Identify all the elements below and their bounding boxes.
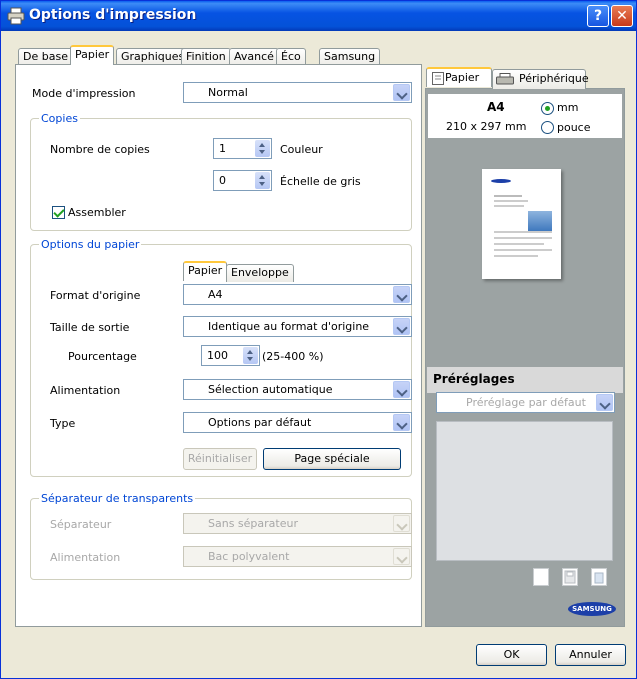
preview-text-line (494, 200, 528, 202)
source-select[interactable]: Sélection automatique (183, 379, 412, 400)
document-icon (432, 72, 444, 85)
grayscale-label: Échelle de gris (280, 175, 361, 188)
chevron-down-icon[interactable] (596, 394, 613, 411)
window-title: Options d'impression (29, 7, 197, 23)
transparency-group-title: Séparateur de transparents (39, 492, 196, 505)
spinner-arrows-icon[interactable] (255, 140, 270, 157)
title-bar[interactable]: Options d'impression ? ✕ (1, 1, 636, 31)
chevron-down-icon[interactable] (393, 84, 410, 101)
special-page-button[interactable]: Page spéciale (263, 448, 401, 470)
type-value: Options par défaut (208, 416, 312, 429)
preview-image (528, 211, 552, 231)
collate-checkbox[interactable] (52, 206, 65, 219)
preview-logo (491, 179, 511, 183)
save-icon (564, 570, 576, 584)
separator-value: Sans séparateur (208, 517, 298, 530)
separator-select[interactable]: Sans séparateur (183, 513, 412, 534)
help-button[interactable]: ? (587, 5, 609, 27)
paper-dimensions: 210 x 297 mm (446, 120, 527, 133)
original-size-value: A4 (208, 288, 223, 301)
unit-inch-label: pouce (557, 121, 591, 134)
transparency-source-value: Bac polyvalent (208, 550, 290, 563)
spinner-arrows-icon[interactable] (243, 347, 258, 364)
preview-text-line (494, 249, 552, 251)
transparency-group (30, 498, 412, 580)
trash-icon (594, 572, 604, 584)
chevron-down-icon[interactable] (393, 286, 410, 303)
type-label: Type (50, 417, 76, 430)
original-size-label: Format d'origine (50, 289, 141, 302)
chevron-down-icon[interactable] (393, 414, 410, 431)
unit-inch-radio[interactable] (541, 121, 554, 134)
chevron-down-icon[interactable] (393, 515, 410, 532)
paper-name: A4 (487, 100, 505, 114)
copies-group-title: Copies (39, 112, 80, 125)
preview-tab-device-label: Périphérique (519, 72, 589, 85)
gray-copies-value: 0 (219, 174, 226, 187)
printer-icon (7, 7, 25, 25)
preview-text-line (494, 231, 552, 233)
preview-tab-paper-label: Papier (445, 71, 480, 84)
page-preview (482, 169, 561, 279)
spinner-arrows-icon[interactable] (255, 172, 270, 189)
new-preset-icon[interactable] (533, 568, 549, 586)
preset-list[interactable] (436, 421, 613, 561)
subtab-papier[interactable]: Papier (183, 261, 228, 281)
print-mode-label: Mode d'impression (32, 87, 136, 100)
chevron-down-icon[interactable] (393, 381, 410, 398)
unit-mm-radio[interactable] (541, 102, 554, 115)
preview-text-line (494, 255, 538, 257)
percent-label: Pourcentage (68, 350, 137, 363)
chevron-down-icon[interactable] (393, 548, 410, 565)
chevron-down-icon[interactable] (393, 318, 410, 335)
cancel-button[interactable]: Annuler (555, 644, 626, 666)
gray-copies-spinner[interactable]: 0 (213, 170, 272, 191)
reset-button[interactable]: Réinitialiser (183, 448, 257, 470)
color-copies-value: 1 (219, 142, 226, 155)
ok-button[interactable]: OK (476, 644, 547, 666)
color-copies-spinner[interactable]: 1 (213, 138, 272, 159)
samsung-logo: SAMSUNG (568, 602, 616, 616)
copies-count-label: Nombre de copies (50, 143, 150, 156)
output-size-value: Identique au format d'origine (208, 320, 370, 333)
percent-spinner[interactable]: 100 (201, 345, 260, 366)
collate-label: Assembler (68, 206, 126, 219)
printer-icon (496, 73, 514, 85)
presets-label: Préréglages (433, 372, 515, 386)
transparency-source-label: Alimentation (50, 551, 121, 564)
type-select[interactable]: Options par défaut (183, 412, 412, 433)
separator-label: Séparateur (50, 518, 112, 531)
transparency-source-select[interactable]: Bac polyvalent (183, 546, 412, 567)
preview-text-line (494, 205, 524, 207)
output-size-select[interactable]: Identique au format d'origine (183, 316, 412, 337)
presets-select[interactable]: Préréglage par défaut (436, 392, 615, 413)
preview-text-line (494, 243, 544, 245)
output-size-label: Taille de sortie (50, 321, 130, 334)
paper-options-group-title: Options du papier (39, 238, 142, 251)
preview-text-line (494, 237, 552, 239)
percent-value: 100 (207, 349, 228, 362)
subtab-enveloppe[interactable]: Enveloppe (226, 264, 294, 282)
print-options-dialog: Options d'impression ? ✕ De base Papier … (0, 0, 637, 679)
close-button[interactable]: ✕ (611, 5, 633, 27)
source-value: Sélection automatique (208, 383, 333, 396)
source-label: Alimentation (50, 384, 121, 397)
preview-text-line (494, 195, 522, 197)
delete-preset-icon[interactable] (591, 568, 607, 586)
original-size-select[interactable]: A4 (183, 284, 412, 305)
tab-papier[interactable]: Papier (70, 45, 115, 65)
color-label: Couleur (280, 143, 323, 156)
print-mode-select[interactable]: Normal (183, 82, 412, 103)
percent-range-label: (25-400 %) (262, 350, 324, 363)
unit-mm-label: mm (557, 101, 579, 114)
presets-value: Préréglage par défaut (466, 396, 586, 409)
save-preset-icon[interactable] (562, 568, 578, 586)
print-mode-value: Normal (208, 86, 248, 99)
